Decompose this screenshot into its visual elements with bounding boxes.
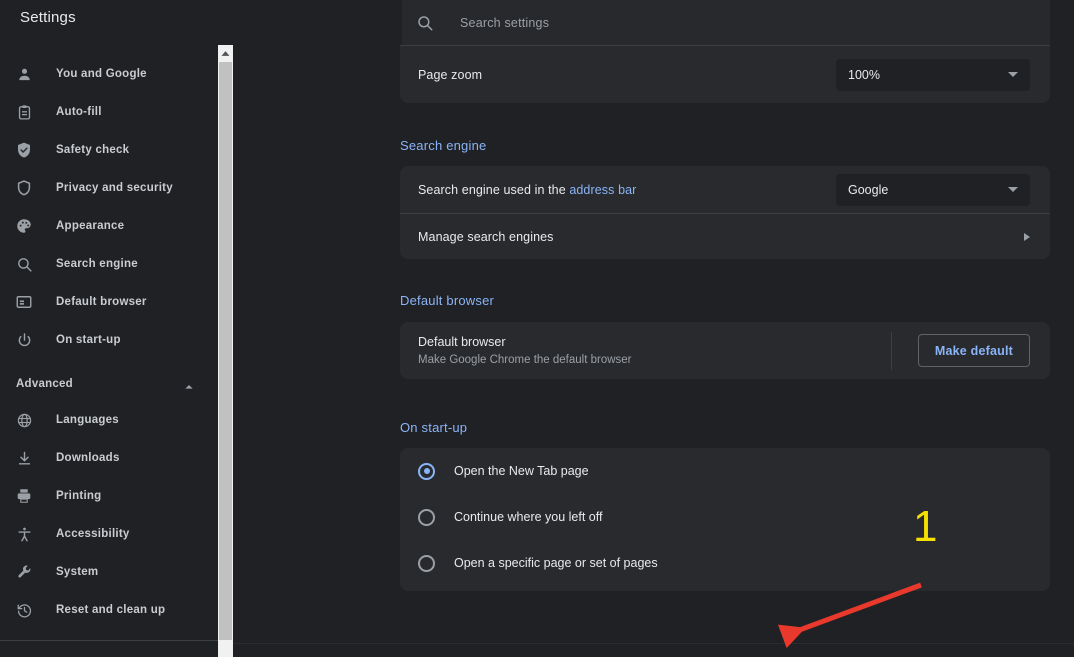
search-icon xyxy=(14,254,34,274)
sidebar-item-label: Languages xyxy=(56,414,119,426)
person-icon xyxy=(14,64,34,84)
manage-search-engines-row[interactable]: Manage search engines xyxy=(400,214,1050,259)
default-browser-card: Default browser Make Google Chrome the d… xyxy=(400,322,1050,379)
sidebar-item-downloads[interactable]: Downloads xyxy=(0,439,218,477)
search-engine-value: Google xyxy=(848,182,889,197)
sidebar-item-default-browser[interactable]: Default browser xyxy=(0,283,218,321)
sidebar-item-label: On start-up xyxy=(56,334,121,346)
sidebar-item-label: Safety check xyxy=(56,144,130,156)
sidebar-section-label: Advanced xyxy=(16,378,73,390)
sidebar-item-label: Default browser xyxy=(56,296,147,308)
download-icon xyxy=(14,448,34,468)
default-browser-section-title: Default browser xyxy=(400,293,495,308)
sidebar-item-safety-check[interactable]: Safety check xyxy=(0,131,218,169)
on-startup-card: Open the New Tab page Continue where you… xyxy=(400,448,1050,591)
sidebar-item-privacy-and-security[interactable]: Privacy and security xyxy=(0,169,218,207)
sidebar-scrollbar[interactable] xyxy=(218,45,233,657)
default-browser-subtitle: Make Google Chrome the default browser xyxy=(418,354,632,366)
sidebar-item-printing[interactable]: Printing xyxy=(0,477,218,515)
default-browser-row: Default browser Make Google Chrome the d… xyxy=(400,322,1050,379)
sidebar-item-system[interactable]: System xyxy=(0,553,218,591)
sidebar-item-reset-and-clean-up[interactable]: Reset and clean up xyxy=(0,591,218,629)
startup-option-continue[interactable]: Continue where you left off xyxy=(400,494,1050,540)
sidebar-item-label: Printing xyxy=(56,490,102,502)
scrollbar-up-arrow-icon[interactable] xyxy=(218,45,233,62)
sidebar-item-you-and-google[interactable]: You and Google xyxy=(0,55,218,93)
startup-option-specific-page[interactable]: Open a specific page or set of pages xyxy=(400,540,1050,586)
sidebar-item-appearance[interactable]: Appearance xyxy=(0,207,218,245)
chevron-down-icon xyxy=(1008,72,1018,77)
address-bar-link[interactable]: address bar xyxy=(569,183,636,197)
search-icon xyxy=(416,14,434,32)
wrench-icon xyxy=(14,562,34,582)
chevron-up-icon xyxy=(184,379,194,389)
startup-option-label: Open the New Tab page xyxy=(454,464,589,478)
radio-button[interactable] xyxy=(418,554,435,572)
manage-search-engines-label: Manage search engines xyxy=(418,229,554,244)
page-title: Settings xyxy=(20,9,76,26)
sidebar-item-label: Auto-fill xyxy=(56,106,102,118)
sidebar-item-search-engine[interactable]: Search engine xyxy=(0,245,218,283)
sidebar-item-label: Search engine xyxy=(56,258,138,270)
history-icon xyxy=(14,600,34,620)
sidebar: You and Google Auto-fill Safety check Pr… xyxy=(0,45,218,657)
power-icon xyxy=(14,330,34,350)
shield-icon xyxy=(14,178,34,198)
palette-icon xyxy=(14,216,34,236)
search-engine-select[interactable]: Google xyxy=(836,173,1030,206)
radio-button[interactable] xyxy=(418,462,435,480)
accessibility-icon xyxy=(14,524,34,544)
sidebar-divider xyxy=(0,640,218,641)
search-engine-used-text: Search engine used in the xyxy=(418,182,570,197)
sidebar-item-label: Reset and clean up xyxy=(56,604,166,616)
search-engine-used-label: Search engine used in the address bar xyxy=(418,183,836,197)
search-engine-card: Search engine used in the address bar Go… xyxy=(400,166,1050,259)
chevron-down-icon xyxy=(1008,187,1018,192)
printer-icon xyxy=(14,486,34,506)
make-default-button[interactable]: Make default xyxy=(917,334,1030,367)
startup-option-label: Open a specific page or set of pages xyxy=(454,556,658,570)
sidebar-item-label: System xyxy=(56,566,99,578)
sidebar-section-advanced[interactable]: Advanced xyxy=(0,367,218,401)
sidebar-item-accessibility[interactable]: Accessibility xyxy=(0,515,218,553)
radio-button[interactable] xyxy=(418,508,435,526)
search-settings-box[interactable]: Search settings xyxy=(402,0,1050,45)
sidebar-item-label: Accessibility xyxy=(56,528,130,540)
search-input-placeholder[interactable]: Search settings xyxy=(460,16,549,30)
globe-icon xyxy=(14,410,34,430)
default-browser-texts: Default browser Make Google Chrome the d… xyxy=(418,335,891,366)
sidebar-nav: You and Google Auto-fill Safety check Pr… xyxy=(0,45,218,629)
page-zoom-card: Page zoom 100% xyxy=(400,45,1050,103)
default-browser-title: Default browser xyxy=(418,335,506,349)
scrollbar-thumb[interactable] xyxy=(219,62,232,640)
sidebar-item-languages[interactable]: Languages xyxy=(0,401,218,439)
settings-content: Page zoom 100% Search engine Search engi… xyxy=(233,45,1074,657)
sidebar-item-label: Downloads xyxy=(56,452,120,464)
search-engine-used-row[interactable]: Search engine used in the address bar Go… xyxy=(400,166,1050,213)
search-engine-section-title: Search engine xyxy=(400,138,487,153)
page-zoom-label: Page zoom xyxy=(418,67,483,82)
settings-window: Settings Search settings You and Google xyxy=(0,0,1074,657)
sidebar-item-auto-fill[interactable]: Auto-fill xyxy=(0,93,218,131)
browser-window-icon xyxy=(14,292,34,312)
sidebar-item-on-start-up[interactable]: On start-up xyxy=(0,321,218,359)
sidebar-item-label: Appearance xyxy=(56,220,125,232)
clipboard-icon xyxy=(14,102,34,122)
annotation-number: 1 xyxy=(913,502,938,551)
sidebar-item-label: You and Google xyxy=(56,68,147,80)
page-zoom-row[interactable]: Page zoom 100% xyxy=(400,46,1050,103)
vertical-divider xyxy=(890,331,892,370)
advanced-expand-footer[interactable]: Advanced xyxy=(233,643,1074,657)
startup-option-label: Continue where you left off xyxy=(454,510,603,524)
page-zoom-value: 100% xyxy=(848,67,880,82)
shield-check-icon xyxy=(14,140,34,160)
on-startup-section-title: On start-up xyxy=(400,420,468,435)
page-zoom-select[interactable]: 100% xyxy=(836,58,1030,91)
chevron-right-icon xyxy=(1024,232,1030,241)
sidebar-item-label: Privacy and security xyxy=(56,182,173,194)
startup-option-new-tab[interactable]: Open the New Tab page xyxy=(400,448,1050,494)
